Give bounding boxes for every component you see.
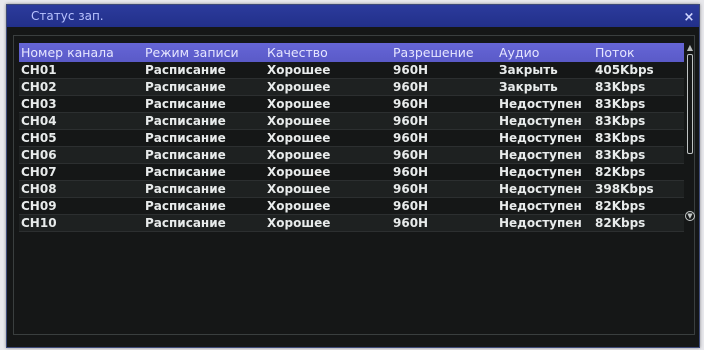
cell-resolution: 960H (393, 182, 429, 196)
cell-stream: 83Kbps (595, 114, 646, 128)
cell-record-mode: Расписание (145, 131, 226, 145)
table-body: CH01 Расписание Хорошее 960H Закрыть 405Kbps C… (19, 62, 684, 232)
cell-audio: Закрыть (499, 80, 558, 94)
cell-record-mode: Расписание (145, 80, 226, 94)
cell-quality: Хорошее (267, 114, 331, 128)
cell-record-mode: Расписание (145, 216, 226, 230)
cell-audio: Недоступен (499, 114, 582, 128)
cell-record-mode: Расписание (145, 114, 226, 128)
table-row[interactable]: CH03 Расписание Хорошее 960H Недоступен 83Kbp… (19, 96, 684, 113)
table-row[interactable]: CH10 Расписание Хорошее 960H Недоступен 82Kbp… (19, 215, 684, 232)
table-row[interactable]: CH01 Расписание Хорошее 960H Закрыть 405Kbps (19, 62, 684, 79)
cell-stream: 398Kbps (595, 182, 654, 196)
cell-channel: CH04 (21, 114, 57, 128)
cell-record-mode: Расписание (145, 63, 226, 77)
cell-resolution: 960H (393, 199, 429, 213)
table-row[interactable]: CH08 Расписание Хорошее 960H Недоступен 398Kb… (19, 181, 684, 198)
cell-resolution: 960H (393, 63, 429, 77)
cell-audio: Недоступен (499, 165, 582, 179)
cell-quality: Хорошее (267, 165, 331, 179)
cell-record-mode: Расписание (145, 148, 226, 162)
cell-quality: Хорошее (267, 80, 331, 94)
cell-quality: Хорошее (267, 199, 331, 213)
cell-resolution: 960H (393, 80, 429, 94)
cell-quality: Хорошее (267, 131, 331, 145)
scrollbar[interactable]: ▲ ▼ (685, 43, 695, 223)
cell-channel: CH01 (21, 63, 57, 77)
cell-quality: Хорошее (267, 182, 331, 196)
table-header: Номер канала Режим записи Качество Разре… (19, 43, 684, 62)
cell-channel: CH02 (21, 80, 57, 94)
cell-audio: Недоступен (499, 182, 582, 196)
cell-resolution: 960H (393, 148, 429, 162)
cell-stream: 82Kbps (595, 199, 646, 213)
cell-resolution: 960H (393, 114, 429, 128)
cell-channel: CH06 (21, 148, 57, 162)
window-title: Статус зап. (31, 9, 104, 23)
title-bar: Статус зап. × (7, 5, 699, 27)
scroll-thumb[interactable] (687, 54, 693, 154)
cell-stream: 82Kbps (595, 165, 646, 179)
table-row[interactable]: CH07 Расписание Хорошее 960H Недоступен 82Kbp… (19, 164, 684, 181)
cell-channel: CH09 (21, 199, 57, 213)
header-record-mode: Режим записи (145, 45, 239, 60)
header-channel: Номер канала (21, 45, 114, 60)
cell-resolution: 960H (393, 165, 429, 179)
header-stream: Поток (595, 45, 635, 60)
cell-stream: 82Kbps (595, 216, 646, 230)
table-row[interactable]: CH05 Расписание Хорошее 960H Недоступен 83Kbp… (19, 130, 684, 147)
table-row[interactable]: CH02 Расписание Хорошее 960H Закрыть 83Kbps (19, 79, 684, 96)
cell-stream: 83Kbps (595, 131, 646, 145)
header-resolution: Разрешение (393, 45, 474, 60)
chevron-up-icon[interactable]: ▲ (685, 43, 695, 53)
record-status-window: Статус зап. × Номер канала Режим записи … (6, 4, 700, 348)
cell-quality: Хорошее (267, 216, 331, 230)
cell-quality: Хорошее (267, 63, 331, 77)
cell-quality: Хорошее (267, 148, 331, 162)
cell-quality: Хорошее (267, 97, 331, 111)
cell-channel: CH10 (21, 216, 57, 230)
chevron-down-icon[interactable]: ▼ (685, 211, 695, 221)
cell-stream: 405Kbps (595, 63, 654, 77)
cell-stream: 83Kbps (595, 97, 646, 111)
cell-resolution: 960H (393, 97, 429, 111)
cell-channel: CH03 (21, 97, 57, 111)
cell-record-mode: Расписание (145, 182, 226, 196)
cell-audio: Недоступен (499, 199, 582, 213)
cell-audio: Недоступен (499, 131, 582, 145)
cell-record-mode: Расписание (145, 165, 226, 179)
cell-resolution: 960H (393, 131, 429, 145)
cell-audio: Недоступен (499, 148, 582, 162)
cell-channel: CH07 (21, 165, 57, 179)
cell-audio: Недоступен (499, 97, 582, 111)
cell-resolution: 960H (393, 216, 429, 230)
table-row[interactable]: CH06 Расписание Хорошее 960H Недоступен 83Kbp… (19, 147, 684, 164)
header-quality: Качество (267, 45, 328, 60)
cell-channel: CH08 (21, 182, 57, 196)
cell-audio: Закрыть (499, 63, 558, 77)
cell-audio: Недоступен (499, 216, 582, 230)
table-row[interactable]: CH09 Расписание Хорошее 960H Недоступен 82Kbp… (19, 198, 684, 215)
table-row[interactable]: CH04 Расписание Хорошее 960H Недоступен 83Kbp… (19, 113, 684, 130)
close-icon[interactable]: × (682, 11, 696, 25)
header-audio: Аудио (499, 45, 540, 60)
cell-stream: 83Kbps (595, 148, 646, 162)
cell-channel: CH05 (21, 131, 57, 145)
cell-record-mode: Расписание (145, 199, 226, 213)
cell-record-mode: Расписание (145, 97, 226, 111)
cell-stream: 83Kbps (595, 80, 646, 94)
